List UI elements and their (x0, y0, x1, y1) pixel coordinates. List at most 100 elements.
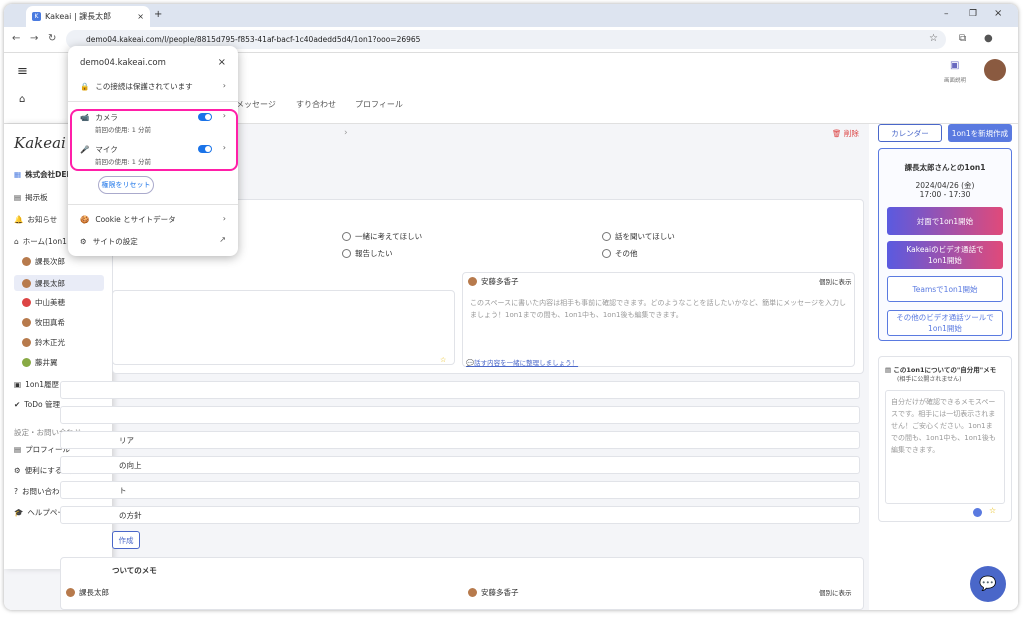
sidebar-item-history[interactable]: ▣ 1on1履歴 (14, 379, 59, 390)
person-item[interactable]: 牧田真希 (22, 317, 65, 328)
partner-avatar (468, 588, 477, 597)
person-avatar (22, 358, 31, 367)
person-name: 牧田真希 (35, 318, 65, 327)
private-memo-input[interactable]: 自分だけが確認できるメモスペースです。相手には一切表示されません！ご安心ください… (885, 390, 1005, 504)
avatar[interactable] (984, 59, 1006, 81)
option-label: 話を聞いてほしい (615, 232, 675, 241)
bell-icon: 🔔 (14, 215, 24, 224)
history-icon: ▣ (14, 380, 22, 389)
start-inperson-button[interactable]: 対面で1on1開始 (887, 207, 1003, 235)
cookie-item[interactable]: 🍪 Cookie とサイトデータ (80, 214, 176, 225)
topic-label: ト (119, 485, 127, 495)
person-avatar (22, 318, 31, 327)
partner-name: 安藤多香子 (481, 277, 519, 286)
delete-button[interactable]: 🗑 削除 (832, 128, 859, 139)
reset-permissions-button[interactable]: 権限をリセット (98, 176, 154, 194)
star-icon[interactable]: ☆ (440, 356, 446, 364)
option-report[interactable]: 報告したい (342, 248, 393, 259)
reload-icon[interactable]: ↻ (48, 33, 56, 44)
minimize-icon[interactable]: – (944, 9, 949, 19)
bookmark-star-icon[interactable]: ☆ (929, 33, 938, 44)
cookie-icon: 🍪 (80, 215, 90, 224)
forward-icon[interactable]: → (30, 33, 38, 44)
sidebar-item-news[interactable]: 🔔 お知らせ (14, 214, 57, 225)
profile-icon[interactable]: ● (984, 33, 993, 44)
organize-link[interactable]: 💬話す内容を一緒に整理しましょう！ (466, 357, 578, 367)
help-label: 画面説明 (944, 78, 967, 84)
option-listen[interactable]: 話を聞いてほしい (602, 231, 675, 242)
radio-icon (602, 249, 611, 258)
show-individual-link[interactable]: 個別に表示 (819, 587, 852, 597)
divider (68, 204, 238, 205)
option-think[interactable]: 一緒に考えてほしい (342, 231, 422, 242)
person-item-selected[interactable]: 課長太郎 (14, 275, 104, 291)
tab-message[interactable]: メッセージ (236, 99, 276, 110)
close-icon[interactable]: × (218, 57, 226, 68)
chevron-right-icon: › (222, 81, 226, 90)
help-icon[interactable]: ▣ (950, 60, 959, 71)
secure-label: この接続は保護されています (95, 82, 193, 91)
option-label: その他 (615, 249, 638, 258)
external-link-icon: ↗ (219, 235, 226, 244)
tab-alignment[interactable]: すり合わせ (296, 99, 336, 110)
person-item[interactable]: 鈴木正光 (22, 337, 65, 348)
home-icon: ⌂ (14, 237, 19, 246)
chat-button[interactable]: 💬 (970, 566, 1006, 602)
partner-note-input[interactable]: このスペースに書いた内容は相手も事前に確認できます。どのようなことを話したいかな… (470, 297, 850, 321)
back-icon[interactable]: ← (12, 33, 20, 44)
start-teams-button[interactable]: Teamsで1on1開始 (887, 276, 1003, 302)
topic-row[interactable] (60, 381, 860, 399)
private-memo-sub: (相手に公開されません) (897, 376, 962, 383)
person-item[interactable]: 藤井翼 (22, 357, 58, 368)
sidebar-label: お知らせ (27, 215, 58, 224)
sidebar-item-home[interactable]: ⌂ ホーム(1on1 (14, 236, 67, 247)
start-other-video-button[interactable]: その他のビデオ通話ツールで1on1開始 (887, 310, 1003, 336)
browser-tab[interactable]: K Kakeai | 課長太郎 × (26, 6, 150, 27)
show-individual-link[interactable]: 個別に表示 (819, 276, 852, 286)
me-avatar (66, 588, 75, 597)
sidebar-label: 1on1履歴 (25, 380, 59, 389)
partner-name: 安藤多香子 (481, 588, 519, 597)
my-note-area[interactable] (112, 290, 455, 365)
settings-label: サイトの設定 (92, 237, 138, 246)
question-icon: ? (14, 487, 18, 496)
private-memo-title-text: この1on1についての"自分用"メモ (893, 366, 997, 374)
chat-icon: 💬 (979, 576, 997, 592)
sidebar-item-todo[interactable]: ✔ ToDo 管理 (14, 399, 60, 410)
topic-row[interactable] (60, 406, 860, 424)
me-name: 課長太郎 (79, 588, 109, 597)
calendar-button[interactable]: カレンダー (878, 124, 942, 142)
topic-row[interactable]: の方針 (60, 506, 860, 524)
logo: Kakeai (14, 134, 66, 152)
menu-icon[interactable]: ≡ (17, 64, 28, 79)
sidebar-item-board[interactable]: ▤ 掲示板 (14, 192, 48, 203)
sidebar-label: 掲示板 (25, 193, 48, 202)
topic-row[interactable]: ト (60, 481, 860, 499)
extensions-icon[interactable]: ⧉ (959, 33, 966, 44)
topic-row[interactable]: リア (60, 431, 860, 449)
star-icon[interactable]: ☆ (989, 506, 996, 515)
close-window-icon[interactable]: × (994, 8, 1002, 19)
restore-icon[interactable]: ❐ (969, 9, 977, 19)
start-kakeai-video-button[interactable]: Kakeaiのビデオ通話で1on1開始 (887, 241, 1003, 269)
chevron-right-icon: › (222, 214, 226, 223)
create-button[interactable]: 作成 (112, 531, 140, 549)
new-tab-icon[interactable]: + (154, 9, 162, 20)
site-settings-item[interactable]: ⚙ サイトの設定 (80, 236, 138, 247)
private-memo-title: ▤ この1on1についての"自分用"メモ (885, 364, 996, 374)
tab-title: Kakeai | 課長太郎 (45, 12, 112, 21)
connection-secure-item[interactable]: 🔒 この接続は保護されています (80, 81, 193, 92)
person-avatar (22, 257, 31, 266)
topic-row[interactable]: の向上 (60, 456, 860, 474)
person-avatar (22, 278, 31, 288)
person-item[interactable]: 中山美穂 (22, 297, 65, 308)
home-icon[interactable]: ⌂ (19, 94, 25, 105)
person-name: 課長太郎 (35, 278, 65, 288)
option-other[interactable]: その他 (602, 248, 638, 259)
gear-icon: ⚙ (80, 237, 87, 246)
tab-profile[interactable]: プロフィール (355, 99, 403, 110)
person-item[interactable]: 課長次郎 (22, 256, 65, 267)
close-tab-icon[interactable]: × (137, 12, 144, 21)
person-name: 課長次郎 (35, 257, 65, 266)
new-1on1-button[interactable]: 1on1を新規作成 (948, 124, 1012, 142)
